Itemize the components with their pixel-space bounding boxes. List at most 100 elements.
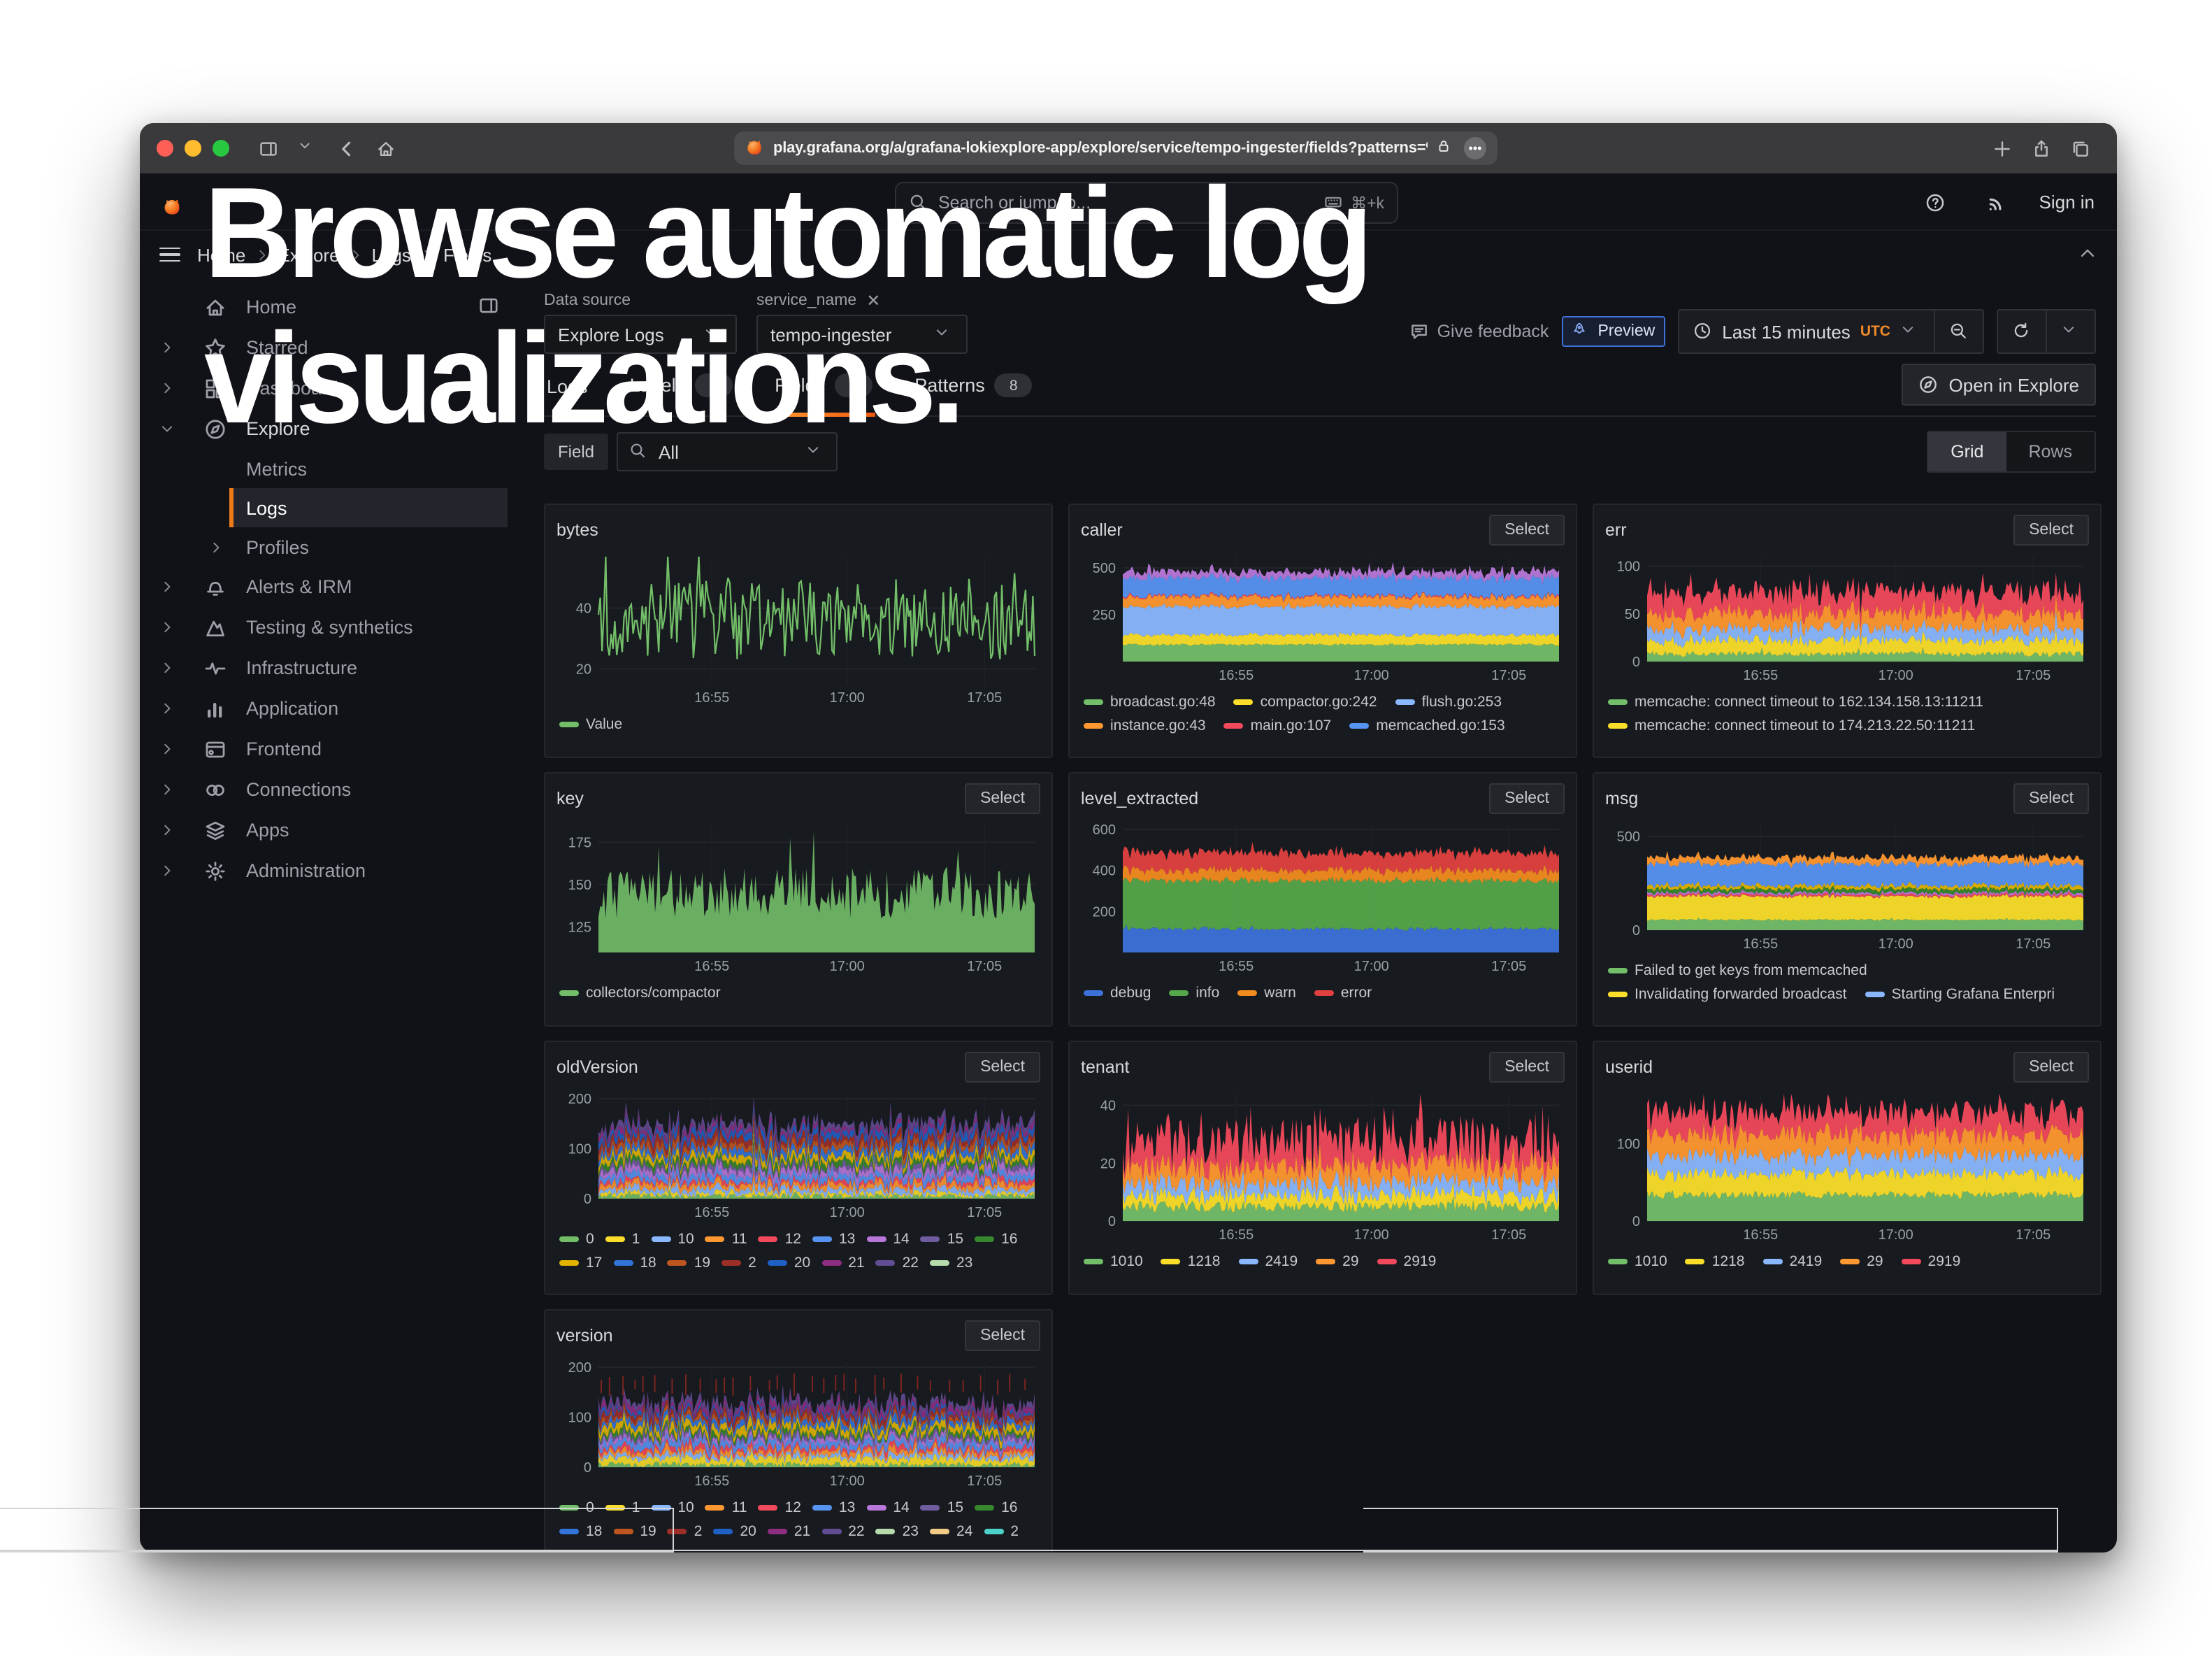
legend-item[interactable]: 1218 [1161,1252,1221,1269]
legend-item[interactable]: collectors/compactor [559,984,721,1001]
legend-item[interactable]: 2419 [1762,1252,1822,1269]
legend-item[interactable]: 29 [1840,1252,1883,1269]
legend-item[interactable]: 1 [605,1230,640,1247]
panel-chart[interactable]: 010020016:5517:0017:05 [556,1084,1043,1224]
refresh-interval-dropdown[interactable] [2047,310,2095,352]
legend-item[interactable]: 14 [866,1499,909,1515]
panel-chart[interactable]: 12515017516:5517:0017:05 [556,815,1043,978]
legend-item[interactable]: 2919 [1377,1252,1437,1269]
legend-item[interactable]: 13 [812,1499,855,1515]
legend-item[interactable]: 20 [768,1254,810,1271]
legend-item[interactable]: Starting Grafana Enterpri [1865,985,2055,1002]
legend-item[interactable]: memcache: connect timeout to 162.134.158… [1608,693,1983,710]
panel-chart[interactable]: 0204016:5517:0017:05 [1081,1084,1567,1246]
legend-item[interactable]: 20 [713,1522,756,1539]
sidebar-item-logs[interactable]: Logs [145,488,519,527]
sidebar-item-testing-synthetics[interactable]: Testing & synthetics [145,607,519,648]
legend-item[interactable]: 2919 [1902,1252,1961,1269]
legend-item[interactable]: main.go:107 [1224,717,1332,734]
legend-item[interactable]: 29 [1316,1252,1358,1269]
new-tab-icon[interactable] [1987,133,2018,164]
legend-item[interactable]: memcached.go:153 [1349,717,1504,734]
legend-item[interactable]: 19 [613,1522,656,1539]
legend-item[interactable]: 1010 [1608,1252,1667,1269]
legend-item[interactable]: 10 [651,1230,694,1247]
legend-item[interactable]: 0 [559,1230,594,1247]
legend-item[interactable]: 23 [930,1254,972,1271]
legend-item[interactable]: flush.go:253 [1395,693,1502,710]
close-window-button[interactable] [157,140,173,157]
legend-item[interactable]: Invalidating forwarded broadcast [1608,985,1847,1002]
maximize-window-button[interactable] [213,140,229,157]
sidebar-item-application[interactable]: Application [145,688,519,729]
legend-item[interactable]: Failed to get keys from memcached [1608,962,1867,978]
chevron-down-icon[interactable] [292,133,323,164]
panel-chart[interactable]: 25050016:5517:0017:05 [1081,547,1567,687]
legend-item[interactable]: 22 [821,1522,864,1539]
sidebar-item-profiles[interactable]: Profiles [145,527,519,566]
panel-select-button[interactable]: Select [965,1320,1040,1351]
legend-item[interactable]: 12 [759,1230,801,1247]
legend-item[interactable]: 15 [921,1499,963,1515]
legend-item[interactable]: 13 [812,1230,855,1247]
legend-item[interactable]: 18 [559,1522,602,1539]
legend-item[interactable]: 2 [721,1254,756,1271]
panel-select-button[interactable]: Select [965,783,1040,814]
legend-item[interactable]: 2 [984,1522,1019,1539]
legend-item[interactable]: 21 [768,1522,810,1539]
legend-item[interactable]: 24 [930,1522,972,1539]
panel-chart[interactable]: 010016:5517:0017:05 [1605,1084,2092,1246]
panel-chart[interactable]: 050016:5517:0017:05 [1605,815,2092,955]
legend-item[interactable]: 16 [975,1230,1017,1247]
sidebar-item-frontend[interactable]: Frontend [145,729,519,769]
panel-select-button[interactable]: Select [965,1052,1040,1083]
zoom-out-button[interactable] [1935,310,1983,352]
panel-select-button[interactable]: Select [1489,783,1565,814]
legend-item[interactable]: error [1314,984,1372,1001]
panel-chart[interactable]: 20040060016:5517:0017:05 [1081,815,1567,978]
minimize-window-button[interactable] [185,140,201,157]
panel-select-button[interactable]: Select [1489,1052,1565,1083]
legend-item[interactable]: 1218 [1686,1252,1745,1269]
legend-item[interactable]: warn [1237,984,1296,1001]
tabs-overview-icon[interactable] [2065,133,2096,164]
legend-item[interactable]: 0 [559,1499,594,1515]
legend-item[interactable]: 12 [759,1499,801,1515]
sidebar-item-infrastructure[interactable]: Infrastructure [145,648,519,688]
home-icon[interactable] [371,133,401,164]
legend-item[interactable]: Value [559,715,622,732]
sidebar-toggle-icon[interactable] [253,133,284,164]
collapse-chevron-up-icon[interactable] [2078,243,2097,266]
news-rss-icon[interactable] [1982,186,2013,217]
legend-item[interactable]: 22 [876,1254,919,1271]
address-bar[interactable]: play.grafana.org/a/grafana-lokiexplore-a… [734,131,1498,165]
legend-item[interactable]: 10 [651,1499,694,1515]
legend-item[interactable]: broadcast.go:48 [1084,693,1216,710]
legend-item[interactable]: 19 [668,1254,710,1271]
legend-item[interactable]: 15 [921,1230,963,1247]
view-toggle-grid[interactable]: Grid [1928,432,2006,471]
legend-item[interactable]: 11 [705,1230,747,1247]
sidebar-item-apps[interactable]: Apps [145,810,519,850]
panel-select-button[interactable]: Select [2013,783,2089,814]
panel-chart[interactable]: 010020016:5517:0017:05 [556,1352,1043,1492]
panel-select-button[interactable]: Select [2013,515,2089,545]
sidebar-item-alerts-irm[interactable]: Alerts & IRM [145,566,519,607]
refresh-button[interactable] [1998,310,2046,352]
legend-item[interactable]: info [1169,984,1219,1001]
legend-item[interactable]: memcache: connect timeout to 174.213.22.… [1608,717,1975,734]
share-icon[interactable] [2026,133,2057,164]
panel-select-button[interactable]: Select [1489,515,1565,545]
time-range-button[interactable]: Last 15 minutes UTC [1679,310,1934,352]
give-feedback-button[interactable]: Give feedback [1409,322,1549,341]
legend-item[interactable]: 2419 [1238,1252,1298,1269]
sidebar-item-connections[interactable]: Connections [145,769,519,810]
panel-select-button[interactable]: Select [2013,1052,2089,1083]
legend-item[interactable]: 23 [876,1522,919,1539]
legend-item[interactable]: 14 [866,1230,909,1247]
open-in-explore-button[interactable]: Open in Explore [1902,364,2096,406]
legend-item[interactable]: instance.go:43 [1084,717,1206,734]
view-toggle-rows[interactable]: Rows [2006,432,2095,471]
legend-item[interactable]: 21 [821,1254,864,1271]
legend-item[interactable]: 1010 [1084,1252,1143,1269]
